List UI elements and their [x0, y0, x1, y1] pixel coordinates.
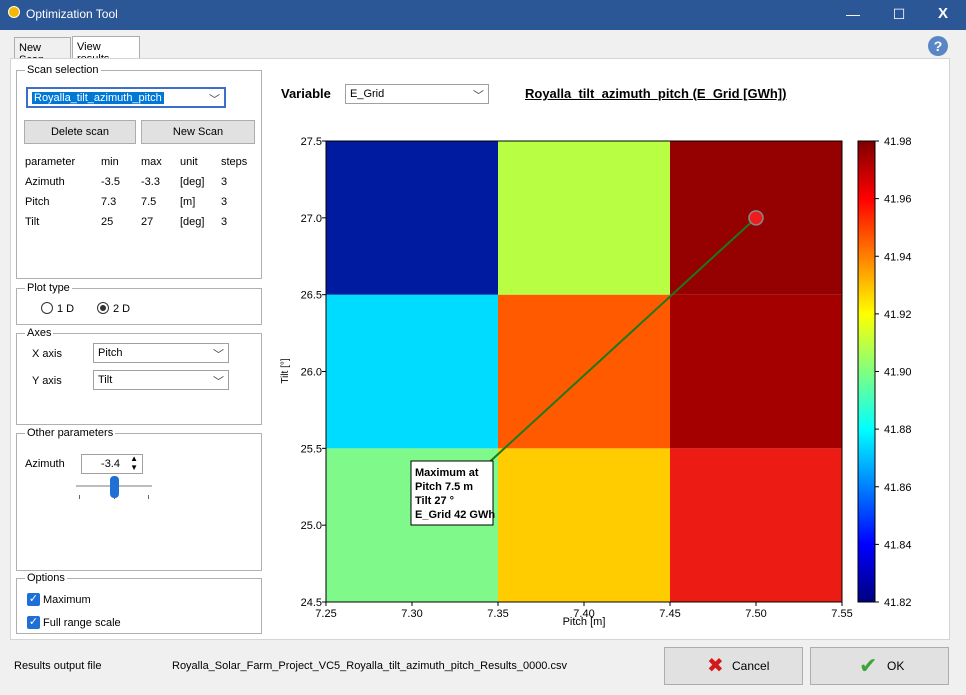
tab-new-scan[interactable]: New Scan	[14, 37, 71, 66]
azimuth-spinbox[interactable]: -3.4 ▲ ▼	[81, 454, 143, 474]
table-cell: 27	[141, 216, 154, 228]
full-range-label: Full range scale	[43, 617, 121, 629]
new-scan-button[interactable]: New Scan	[141, 120, 255, 144]
radio-1d[interactable]	[41, 302, 53, 314]
table-cell: Pitch	[25, 196, 50, 208]
plot-title: Royalla_tilt_azimuth_pitch (E_Grid [GWh]…	[525, 86, 787, 101]
table-cell: 3	[221, 216, 228, 228]
table-cell: Azimuth	[25, 176, 65, 188]
output-file-label: Results output file	[14, 660, 102, 672]
chevron-down-icon: ﹀	[473, 90, 484, 102]
cancel-button[interactable]: ✖ Cancel	[664, 647, 803, 685]
delete-scan-button[interactable]: Delete scan	[24, 120, 136, 144]
output-file-name: Royalla_Solar_Farm_Project_VC5_Royalla_t…	[172, 660, 567, 672]
table-header: steps	[221, 156, 248, 168]
tab-view-results[interactable]: View results	[72, 36, 140, 65]
table-cell: 3	[221, 196, 228, 208]
spin-up-icon[interactable]: ▲	[130, 454, 138, 463]
chevron-down-icon: ﹀	[213, 376, 224, 388]
y-axis-label: Y axis	[32, 375, 62, 387]
radio-2d-label: 2 D	[113, 303, 131, 315]
close-button[interactable]: X	[920, 0, 966, 30]
table-cell: Tilt	[25, 216, 40, 228]
chevron-down-icon: ﹀	[213, 349, 224, 361]
radio-2d[interactable]	[97, 302, 109, 314]
ok-check-icon: ✔	[859, 653, 878, 678]
table-cell: -3.5	[101, 176, 120, 188]
table-cell: [m]	[180, 196, 196, 208]
chevron-down-icon: ﹀	[209, 94, 220, 106]
table-header: max	[141, 156, 162, 168]
options-legend: Options	[27, 572, 65, 584]
table-cell: -3.3	[141, 176, 160, 188]
table-cell: 3	[221, 176, 228, 188]
other-parameters-legend: Other parameters	[27, 427, 114, 439]
x-axis-label: X axis	[32, 348, 62, 360]
axes-legend: Axes	[27, 327, 52, 339]
scan-select[interactable]: Royalla_tilt_azimuth_pitch ﹀	[26, 87, 226, 108]
slider-tick	[148, 495, 149, 499]
table-header: parameter	[25, 156, 76, 168]
table-header: unit	[180, 156, 198, 168]
azimuth-slider[interactable]	[76, 476, 152, 502]
variable-value: E_Grid	[350, 88, 385, 100]
azimuth-label: Azimuth	[25, 458, 65, 470]
cancel-label: Cancel	[732, 659, 770, 673]
variable-select[interactable]: E_Grid ﹀	[345, 84, 489, 104]
window-title: Optimization Tool	[26, 7, 118, 21]
slider-thumb[interactable]	[110, 476, 119, 498]
slider-tick	[79, 495, 80, 499]
table-cell: 7.3	[101, 196, 117, 208]
maximize-button[interactable]: ☐	[876, 0, 922, 30]
variable-label: Variable	[281, 86, 331, 101]
spin-down-icon[interactable]: ▼	[130, 463, 138, 472]
title-bar: Optimization Tool — ☐ X	[0, 0, 966, 30]
plot-type-group: Plot type	[16, 282, 262, 325]
scan-select-value: Royalla_tilt_azimuth_pitch	[32, 92, 164, 104]
y-axis-value: Tilt	[98, 374, 113, 386]
y-axis-select[interactable]: Tilt ﹀	[93, 370, 229, 390]
maximum-label: Maximum	[43, 594, 91, 606]
app-icon	[8, 6, 20, 18]
table-cell: 25	[101, 216, 114, 228]
x-axis-value: Pitch	[98, 347, 123, 359]
help-icon[interactable]: ?	[928, 36, 948, 56]
full-range-checkbox[interactable]: ✓	[27, 616, 40, 629]
table-header: min	[101, 156, 119, 168]
scan-selection-legend: Scan selection	[27, 64, 99, 76]
azimuth-value: -3.4	[101, 458, 120, 470]
radio-1d-label: 1 D	[57, 303, 75, 315]
ok-label: OK	[887, 659, 905, 673]
table-cell: [deg]	[180, 176, 205, 188]
ok-button[interactable]: ✔ OK	[810, 647, 949, 685]
plot-type-legend: Plot type	[27, 282, 70, 294]
cancel-x-icon: ✖	[707, 655, 724, 677]
table-cell: 7.5	[141, 196, 157, 208]
x-axis-select[interactable]: Pitch ﹀	[93, 343, 229, 363]
maximum-checkbox[interactable]: ✓	[27, 593, 40, 606]
table-cell: [deg]	[180, 216, 205, 228]
minimize-button[interactable]: —	[830, 0, 876, 30]
